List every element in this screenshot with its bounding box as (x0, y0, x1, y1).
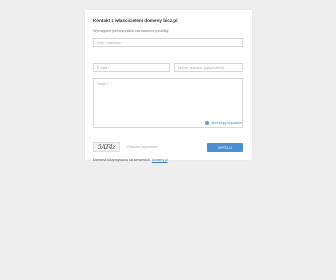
terms-checkbox[interactable]: Akceptuję regulamin (205, 121, 242, 125)
required-fields-note: Wymagane jest wszystkie zaznaczone pola/… (93, 29, 169, 33)
email-field[interactable] (93, 63, 170, 72)
form-title: Kontakt z właścicielem domeny bicz.pl (93, 18, 178, 23)
checkbox-checked-icon[interactable] (205, 121, 210, 125)
send-button[interactable]: WYŚLIJ (207, 143, 243, 152)
footer-link[interactable]: domeny.pl (152, 158, 168, 162)
hosting-footer: Domena utrzymywana na serwerach domeny.p… (93, 158, 168, 162)
captcha-input[interactable]: Przepisz wyrażenie (127, 143, 173, 151)
contact-form-card: Kontakt z właścicielem domeny bicz.pl Wy… (85, 10, 252, 162)
captcha-image: 5AT4z (93, 142, 120, 152)
name-field[interactable] (93, 38, 243, 47)
captcha-input-label: Przepisz wyrażenie (127, 145, 158, 149)
phone-field[interactable] (174, 63, 243, 72)
terms-label: Akceptuję regulamin (211, 121, 242, 125)
footer-text: Domena utrzymywana na serwerach (93, 158, 150, 162)
